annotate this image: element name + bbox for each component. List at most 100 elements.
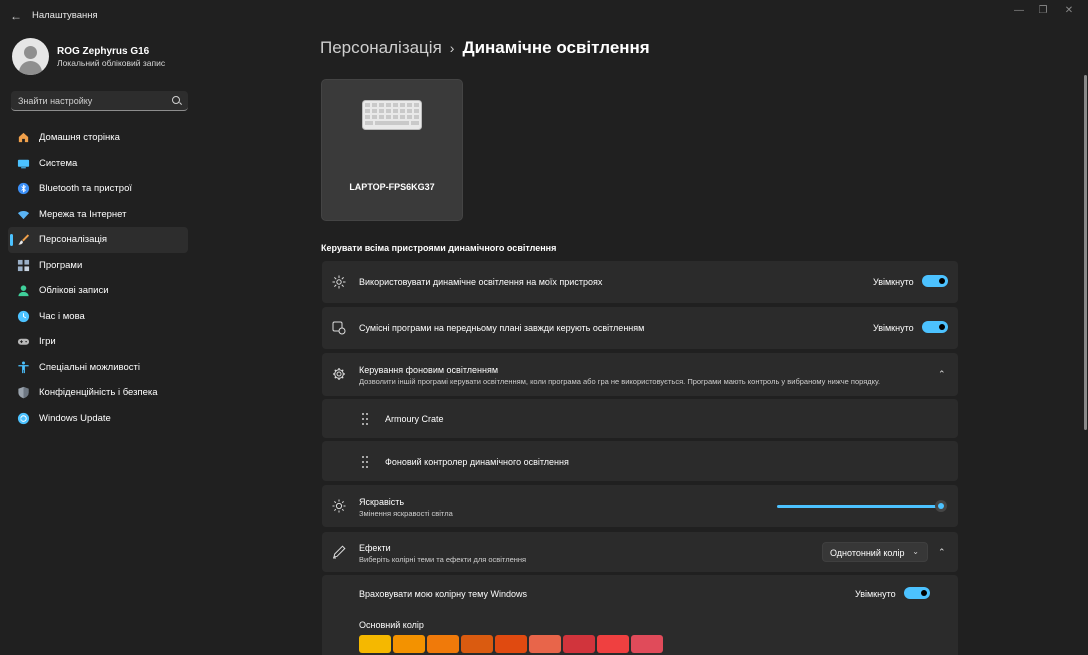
device-name: LAPTOP-FPS6KG37 bbox=[349, 182, 435, 192]
background-lighting-header[interactable]: Керування фоновим освітленням Дозволити … bbox=[322, 353, 958, 396]
brightness-icon bbox=[332, 499, 346, 513]
background-app-row[interactable]: Фоновий контролер динамічного освітлення bbox=[322, 441, 958, 481]
sidebar-item-label: Програми bbox=[39, 259, 83, 271]
setting-label: Керування фоновим освітленням bbox=[359, 365, 499, 375]
close-icon[interactable]: ✕ bbox=[1058, 4, 1080, 18]
profile-account-type: Локальний обліковий запис bbox=[57, 58, 166, 68]
sidebar-item-apps[interactable]: Програми bbox=[8, 253, 188, 279]
search-icon bbox=[172, 96, 180, 104]
sidebar-item-personalization[interactable]: Персоналізація bbox=[8, 227, 188, 253]
color-swatch[interactable] bbox=[597, 635, 629, 653]
sidebar-item-label: Мережа та Інтернет bbox=[39, 208, 127, 220]
sidebar-item-label: Облікові записи bbox=[39, 285, 109, 296]
avatar[interactable] bbox=[12, 38, 49, 75]
sidebar-item-network[interactable]: Мережа та Інтернет bbox=[8, 202, 188, 228]
setting-description: Дозволити іншій програмі керувати освітл… bbox=[359, 377, 881, 386]
drag-handle-icon[interactable] bbox=[362, 413, 370, 425]
color-swatch[interactable] bbox=[631, 635, 663, 653]
sidebar-item-label: Час і мова bbox=[39, 310, 85, 322]
search-input[interactable]: Знайти настройку bbox=[11, 91, 188, 111]
title-bar: ← Налаштування — ❐ ✕ bbox=[0, 0, 1088, 32]
shield-icon bbox=[18, 386, 29, 399]
effects-body: Враховувати мою колірну тему Windows Уві… bbox=[322, 575, 958, 655]
toggle-state: Увімкнуто bbox=[873, 277, 914, 287]
color-swatch[interactable] bbox=[359, 635, 391, 653]
apps-icon bbox=[17, 259, 30, 271]
brightness-slider-thumb[interactable] bbox=[935, 500, 947, 512]
setting-description: Виберіть колірні теми та ефекти для осві… bbox=[359, 555, 527, 564]
wifi-icon bbox=[17, 210, 30, 219]
sidebar-item-privacy[interactable]: Конфіденційність і безпека bbox=[8, 380, 188, 406]
drag-handle-icon[interactable] bbox=[362, 456, 370, 468]
color-swatch[interactable] bbox=[495, 635, 527, 653]
brightness-slider-track[interactable] bbox=[777, 505, 941, 508]
effects-header[interactable]: Ефекти Виберіть колірні теми та ефекти д… bbox=[322, 532, 958, 572]
sidebar-item-bluetooth[interactable]: Bluetooth та пристрої bbox=[8, 176, 188, 202]
compatible-apps-toggle[interactable] bbox=[922, 321, 948, 333]
breadcrumb-parent[interactable]: Персоналізація bbox=[320, 38, 442, 57]
breadcrumb-separator: › bbox=[449, 40, 455, 56]
sidebar-item-label: Персоналізація bbox=[39, 234, 108, 245]
use-dynamic-lighting-row: Використовувати динамічне освітлення на … bbox=[322, 261, 958, 303]
update-icon bbox=[17, 412, 30, 424]
keyboard-icon bbox=[362, 100, 422, 130]
chevron-up-icon[interactable]: ⌃ bbox=[938, 547, 946, 558]
sidebar-item-label: Система bbox=[39, 157, 78, 169]
sidebar-item-gaming[interactable]: Ігри bbox=[8, 329, 188, 355]
use-dynamic-lighting-toggle[interactable] bbox=[922, 275, 948, 287]
page-title: Динамічне освітлення bbox=[462, 38, 650, 57]
sidebar-item-windows-update[interactable]: Windows Update bbox=[8, 406, 188, 432]
sidebar-item-home[interactable]: Домашня сторінка bbox=[8, 125, 188, 151]
time-language-icon bbox=[17, 310, 30, 322]
sidebar-item-label: Ігри bbox=[39, 336, 56, 347]
setting-label: Ефекти bbox=[359, 543, 391, 553]
effects-dropdown[interactable]: Однотонний колір ⌄ bbox=[822, 542, 928, 562]
scrollbar[interactable] bbox=[1084, 75, 1087, 430]
gear-icon bbox=[333, 368, 345, 380]
brush-icon bbox=[18, 234, 30, 245]
back-arrow-icon[interactable]: ← bbox=[8, 8, 24, 24]
setting-description: Змінення яскравості світла bbox=[359, 509, 453, 518]
restore-icon[interactable]: ❐ bbox=[1032, 4, 1054, 18]
main-color-label: Основний колір bbox=[359, 620, 424, 630]
sidebar-item-label: Bluetooth та пристрої bbox=[39, 183, 132, 194]
color-swatch[interactable] bbox=[427, 635, 459, 653]
profile-name: ROG Zephyrus G16 bbox=[57, 46, 150, 57]
device-card[interactable]: LAPTOP-FPS6KG37 bbox=[321, 79, 463, 221]
app-name: Фоновий контролер динамічного освітлення bbox=[385, 457, 569, 467]
minimize-icon[interactable]: — bbox=[1008, 4, 1030, 18]
sidebar-item-accounts[interactable]: Облікові записи bbox=[8, 278, 188, 304]
background-app-row[interactable]: Armoury Crate bbox=[322, 399, 958, 438]
brightness-row: Яскравість Змінення яскравості світла bbox=[322, 485, 958, 527]
effects-selected-value: Однотонний колір bbox=[830, 548, 905, 558]
active-indicator bbox=[10, 234, 13, 246]
chevron-up-icon[interactable]: ⌃ bbox=[938, 369, 946, 380]
sidebar-item-system[interactable]: Система bbox=[8, 151, 188, 177]
color-swatch[interactable] bbox=[563, 635, 595, 653]
match-theme-toggle[interactable] bbox=[904, 587, 930, 599]
sidebar-nav: Домашня сторінка Система Bluetooth та пр… bbox=[8, 125, 188, 431]
accessibility-icon bbox=[18, 361, 29, 373]
sidebar-item-time-language[interactable]: Час і мова bbox=[8, 304, 188, 330]
home-icon bbox=[18, 132, 29, 143]
sun-icon bbox=[332, 275, 346, 289]
color-swatch[interactable] bbox=[529, 635, 561, 653]
breadcrumb: Персоналізація › Динамічне освітлення bbox=[320, 38, 650, 58]
system-icon bbox=[17, 159, 30, 168]
gaming-icon bbox=[17, 338, 30, 345]
chevron-down-icon: ⌄ bbox=[912, 547, 919, 556]
sidebar-item-accessibility[interactable]: Спеціальні можливості bbox=[8, 355, 188, 381]
setting-label: Використовувати динамічне освітлення на … bbox=[359, 277, 603, 287]
setting-label: Сумісні програми на передньому плані зав… bbox=[359, 323, 645, 333]
toggle-state: Увімкнуто bbox=[855, 589, 896, 599]
search-placeholder: Знайти настройку bbox=[18, 96, 93, 106]
app-name: Armoury Crate bbox=[385, 414, 444, 424]
accounts-icon bbox=[18, 285, 29, 297]
sidebar-item-label: Конфіденційність і безпека bbox=[39, 387, 158, 398]
color-swatch[interactable] bbox=[393, 635, 425, 653]
color-swatch[interactable] bbox=[461, 635, 493, 653]
toggle-state: Увімкнуто bbox=[873, 323, 914, 333]
sidebar-item-label: Windows Update bbox=[39, 412, 111, 424]
compatible-apps-row: Сумісні програми на передньому плані зав… bbox=[322, 307, 958, 349]
pen-icon bbox=[333, 545, 346, 559]
